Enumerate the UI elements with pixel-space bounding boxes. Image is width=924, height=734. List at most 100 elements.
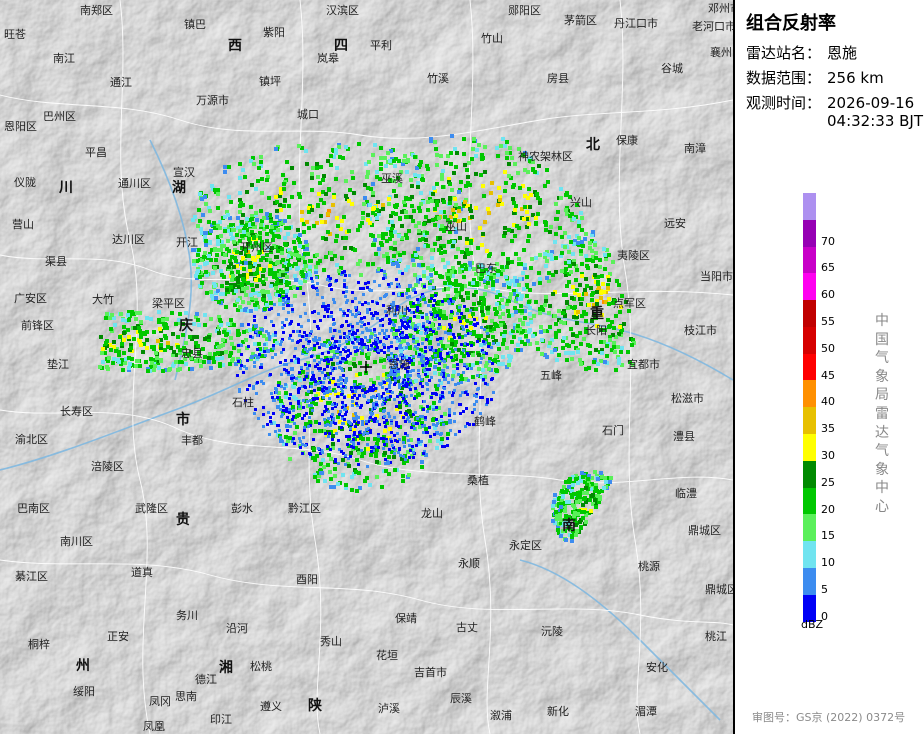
echo-cell xyxy=(159,343,163,347)
echo-cell xyxy=(254,278,258,282)
echo-cell xyxy=(429,357,432,360)
echo-cell xyxy=(157,310,161,314)
echo-cell xyxy=(238,229,242,233)
echo-cell xyxy=(351,291,354,294)
echo-cell xyxy=(579,526,583,530)
echo-cell xyxy=(178,367,182,371)
echo-cell xyxy=(416,315,420,319)
echo-cell xyxy=(620,346,624,350)
echo-cell xyxy=(448,196,452,200)
echo-cell xyxy=(578,358,582,362)
echo-cell xyxy=(426,383,429,386)
echo-cell xyxy=(305,334,308,337)
echo-cell xyxy=(469,332,472,335)
echo-cell xyxy=(529,193,533,197)
echo-cell xyxy=(204,243,208,247)
echo-cell xyxy=(507,363,511,367)
echo-cell xyxy=(112,357,116,361)
echo-cell xyxy=(503,189,507,193)
echo-cell xyxy=(121,318,125,322)
echo-cell xyxy=(324,405,327,408)
echo-cell xyxy=(294,347,297,350)
echo-cell xyxy=(138,329,142,333)
echo-cell xyxy=(462,349,465,352)
echo-cell xyxy=(390,329,393,332)
radar-map[interactable]: 南郑区镇巴汉滨区郧阳区茅箭区丹江口市邓州市旺苍紫阳平利竹山老河口市南江岚皋竹溪房… xyxy=(0,0,733,734)
echo-cell xyxy=(383,421,386,424)
echo-cell xyxy=(257,166,261,170)
echo-cell xyxy=(528,312,532,316)
echo-cell xyxy=(417,206,421,210)
echo-cell xyxy=(293,294,297,298)
echo-cell xyxy=(456,367,459,370)
echo-cell xyxy=(539,330,543,334)
echo-cell xyxy=(514,252,518,256)
echo-cell xyxy=(248,328,252,332)
echo-cell xyxy=(385,440,388,443)
echo-cell xyxy=(282,405,285,408)
echo-cell xyxy=(559,187,563,191)
echo-cell xyxy=(426,368,429,371)
echo-cell xyxy=(347,349,350,352)
echo-cell xyxy=(571,340,575,344)
echo-cell xyxy=(294,278,298,282)
echo-cell xyxy=(322,201,326,205)
echo-cell xyxy=(389,246,393,250)
echo-cell xyxy=(296,228,300,232)
radar-map-canvas[interactable]: 南郑区镇巴汉滨区郧阳区茅箭区丹江口市邓州市旺苍紫阳平利竹山老河口市南江岚皋竹溪房… xyxy=(0,0,733,734)
echo-cell xyxy=(553,240,557,244)
echo-cell xyxy=(375,460,379,464)
echo-cell xyxy=(176,345,180,349)
echo-cell xyxy=(203,251,207,255)
echo-cell xyxy=(533,170,537,174)
echo-cell xyxy=(229,200,233,204)
echo-cell xyxy=(440,348,443,351)
echo-cell xyxy=(577,293,581,297)
echo-cell xyxy=(383,451,387,455)
echo-cell xyxy=(213,266,217,270)
echo-cell xyxy=(283,242,287,246)
echo-cell xyxy=(463,200,467,204)
echo-cell xyxy=(266,290,270,294)
echo-cell xyxy=(511,197,515,201)
echo-cell xyxy=(448,408,451,411)
echo-cell xyxy=(343,332,346,335)
echo-cell xyxy=(421,392,424,395)
echo-cell xyxy=(348,338,351,341)
echo-cell xyxy=(283,198,287,202)
echo-cell xyxy=(479,173,483,177)
echo-cell xyxy=(404,420,407,423)
echo-cell xyxy=(475,361,479,365)
echo-cell xyxy=(337,269,341,273)
echo-cell xyxy=(304,149,308,153)
echo-cell xyxy=(607,278,611,282)
echo-cell xyxy=(422,222,426,226)
echo-cell xyxy=(229,285,233,289)
echo-cell xyxy=(229,351,233,355)
echo-cell xyxy=(452,333,455,336)
echo-cell xyxy=(230,278,234,282)
echo-cell xyxy=(300,270,304,274)
echo-cell xyxy=(531,334,535,338)
echo-cell xyxy=(359,273,363,277)
echo-cell xyxy=(218,318,222,322)
echo-cell xyxy=(268,338,271,341)
echo-cell xyxy=(261,256,265,260)
echo-cell xyxy=(416,247,420,251)
echo-cell xyxy=(387,455,391,459)
echo-cell xyxy=(311,280,314,283)
echo-cell xyxy=(571,252,575,256)
echo-cell xyxy=(382,277,385,280)
echo-cell xyxy=(358,372,362,376)
echo-cell xyxy=(361,423,364,426)
echo-cell xyxy=(491,280,495,284)
echo-cell xyxy=(415,444,418,447)
echo-cell xyxy=(256,179,260,183)
echo-cell xyxy=(429,280,432,283)
echo-cell xyxy=(405,215,409,219)
echo-cell xyxy=(238,162,242,166)
echo-cell xyxy=(538,201,542,205)
echo-cell xyxy=(241,256,245,260)
echo-cell xyxy=(304,444,307,447)
echo-cell xyxy=(580,297,584,301)
